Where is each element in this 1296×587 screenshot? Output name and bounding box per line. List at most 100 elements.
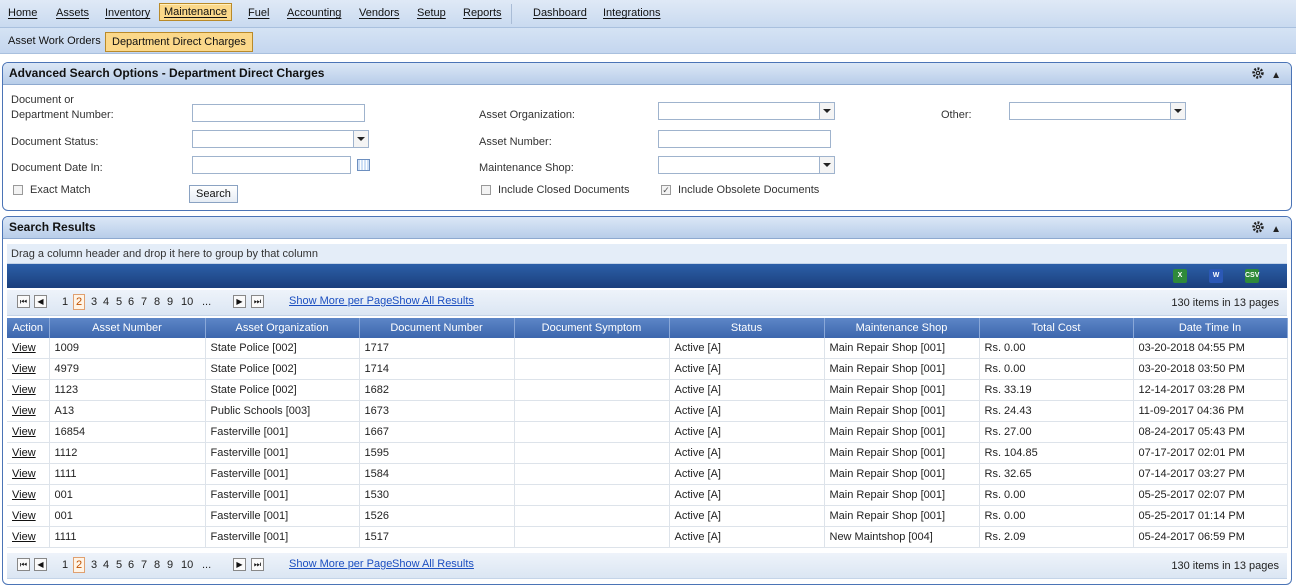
- cell-document-number: 1517: [359, 526, 515, 548]
- page-ellipsis[interactable]: ...: [202, 559, 211, 571]
- page-link[interactable]: 5: [116, 559, 122, 571]
- group-by-bar[interactable]: Drag a column header and drop it here to…: [7, 244, 1287, 264]
- page-link[interactable]: 6: [128, 296, 134, 308]
- column-header[interactable]: Asset Organization: [205, 318, 360, 338]
- first-page-icon[interactable]: ⏮: [17, 558, 30, 571]
- page-link[interactable]: 10: [181, 559, 193, 571]
- page-link[interactable]: 4: [103, 559, 109, 571]
- gear-icon[interactable]: [1251, 66, 1265, 80]
- page-link[interactable]: 7: [141, 296, 147, 308]
- nav-reports[interactable]: Reports: [463, 7, 502, 19]
- panel-title: Advanced Search Options - Department Dir…: [9, 66, 325, 80]
- view-link[interactable]: View: [12, 342, 36, 354]
- page-link[interactable]: 8: [154, 559, 160, 571]
- nav-dashboard[interactable]: Dashboard: [533, 7, 587, 19]
- column-header[interactable]: Date Time In: [1133, 318, 1288, 338]
- page-ellipsis[interactable]: ...: [202, 296, 211, 308]
- page-link[interactable]: 3: [91, 559, 97, 571]
- cell-status: Active [A]: [669, 379, 825, 401]
- other-select[interactable]: [1009, 102, 1186, 120]
- last-page-icon[interactable]: ⏭: [251, 558, 264, 571]
- asset-number-input[interactable]: [658, 130, 831, 148]
- show-all-results-link[interactable]: Show All Results: [392, 295, 474, 307]
- cell-asset-number: 1123: [49, 379, 206, 401]
- gear-icon[interactable]: [1251, 220, 1265, 234]
- nav-vendors[interactable]: Vendors: [359, 7, 399, 19]
- view-link[interactable]: View: [12, 510, 36, 522]
- exact-match-checkbox[interactable]: [13, 185, 23, 195]
- nav-fuel[interactable]: Fuel: [248, 7, 269, 19]
- page-link[interactable]: 3: [91, 296, 97, 308]
- nav-maintenance[interactable]: Maintenance: [159, 3, 232, 21]
- nav-setup[interactable]: Setup: [417, 7, 446, 19]
- maint-shop-select[interactable]: [658, 156, 835, 174]
- search-button[interactable]: Search: [189, 185, 238, 203]
- nav-assets[interactable]: Assets: [56, 7, 89, 19]
- cell-document-number: 1595: [359, 442, 515, 464]
- prev-page-icon[interactable]: ◀: [34, 295, 47, 308]
- page-link[interactable]: 6: [128, 559, 134, 571]
- include-obsolete-checkbox[interactable]: ✓: [661, 185, 671, 195]
- page-link-current[interactable]: 2: [73, 557, 86, 573]
- view-link[interactable]: View: [12, 363, 36, 375]
- doc-date-input[interactable]: [192, 156, 351, 174]
- view-link[interactable]: View: [12, 531, 36, 543]
- page-link-current[interactable]: 2: [73, 294, 86, 310]
- column-header[interactable]: Asset Number: [49, 318, 206, 338]
- chevron-down-icon[interactable]: [353, 131, 368, 147]
- page-link[interactable]: 10: [181, 296, 193, 308]
- collapse-icon[interactable]: ▲: [1271, 65, 1281, 86]
- next-page-icon[interactable]: ▶: [233, 295, 246, 308]
- page-link[interactable]: 1: [62, 296, 68, 308]
- cell-action: View: [7, 463, 50, 485]
- view-link[interactable]: View: [12, 489, 36, 501]
- last-page-icon[interactable]: ⏭: [251, 295, 264, 308]
- subnav-department-direct-charges[interactable]: Department Direct Charges: [105, 32, 253, 52]
- excel-export-icon[interactable]: X: [1173, 269, 1187, 283]
- column-header[interactable]: Document Symptom: [514, 318, 670, 338]
- prev-page-icon[interactable]: ◀: [34, 558, 47, 571]
- chevron-down-icon[interactable]: [1170, 103, 1185, 119]
- page-link[interactable]: 5: [116, 296, 122, 308]
- column-header[interactable]: Total Cost: [979, 318, 1134, 338]
- column-header[interactable]: Maintenance Shop: [824, 318, 980, 338]
- column-header[interactable]: Status: [669, 318, 825, 338]
- view-link[interactable]: View: [12, 426, 36, 438]
- page-link[interactable]: 8: [154, 296, 160, 308]
- include-closed-checkbox[interactable]: [481, 185, 491, 195]
- page-link[interactable]: 1: [62, 559, 68, 571]
- chevron-down-icon[interactable]: [819, 157, 834, 173]
- nav-home[interactable]: Home: [8, 7, 37, 19]
- subnav-asset-work-orders[interactable]: Asset Work Orders: [8, 35, 101, 47]
- csv-export-icon[interactable]: CSV: [1245, 269, 1259, 283]
- next-page-icon[interactable]: ▶: [233, 558, 246, 571]
- show-all-results-link[interactable]: Show All Results: [392, 558, 474, 570]
- show-more-per-page-link[interactable]: Show More per Page: [289, 295, 392, 307]
- cell-status: Active [A]: [669, 421, 825, 443]
- page-link[interactable]: 4: [103, 296, 109, 308]
- calendar-icon[interactable]: [357, 159, 370, 171]
- chevron-down-icon[interactable]: [819, 103, 834, 119]
- doc-number-input[interactable]: [192, 104, 365, 122]
- view-link[interactable]: View: [12, 468, 36, 480]
- view-link[interactable]: View: [12, 447, 36, 459]
- column-header[interactable]: Action: [7, 318, 50, 338]
- results-table: Action Asset Number Asset Organization D…: [7, 318, 1288, 548]
- page-link[interactable]: 7: [141, 559, 147, 571]
- doc-status-select[interactable]: [192, 130, 369, 148]
- show-more-per-page-link[interactable]: Show More per Page: [289, 558, 392, 570]
- nav-integrations[interactable]: Integrations: [603, 7, 660, 19]
- collapse-icon[interactable]: ▲: [1271, 219, 1281, 240]
- view-link[interactable]: View: [12, 405, 36, 417]
- nav-inventory[interactable]: Inventory: [105, 7, 150, 19]
- doc-date-label: Document Date In:: [11, 162, 103, 174]
- column-header[interactable]: Document Number: [359, 318, 515, 338]
- view-link[interactable]: View: [12, 384, 36, 396]
- page-link[interactable]: 9: [167, 296, 173, 308]
- page-link[interactable]: 9: [167, 559, 173, 571]
- cell-document-number: 1526: [359, 505, 515, 527]
- nav-accounting[interactable]: Accounting: [287, 7, 341, 19]
- asset-org-select[interactable]: [658, 102, 835, 120]
- word-export-icon[interactable]: W: [1209, 269, 1223, 283]
- first-page-icon[interactable]: ⏮: [17, 295, 30, 308]
